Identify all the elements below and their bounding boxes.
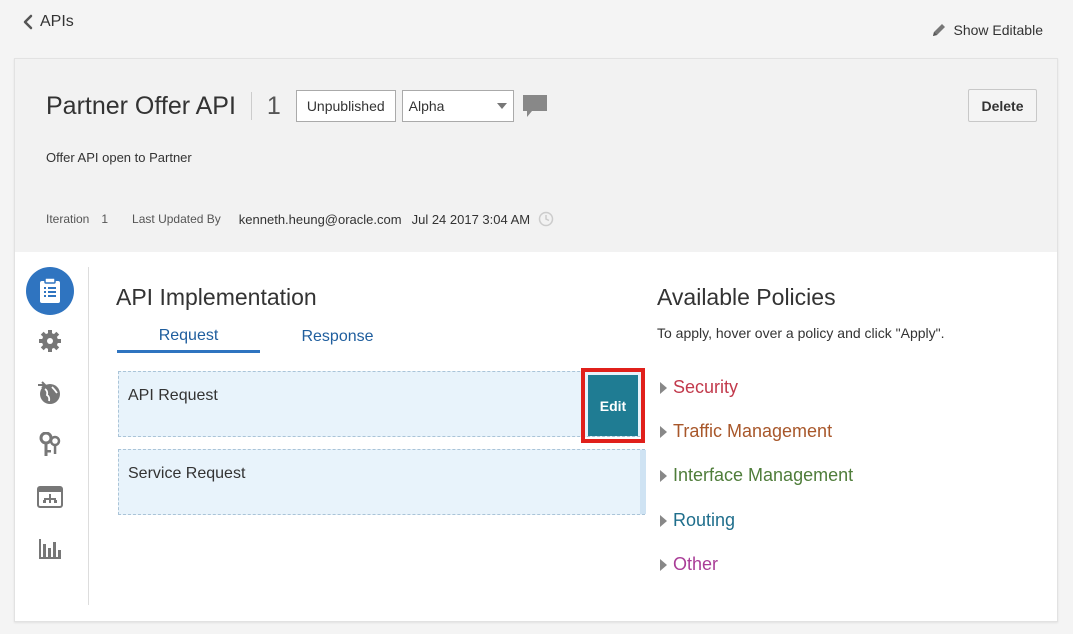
stage-select[interactable]: Alpha	[401, 90, 514, 122]
expand-triangle-icon	[660, 425, 667, 438]
expand-triangle-icon	[660, 514, 667, 527]
nav-deployments[interactable]	[26, 473, 74, 521]
delete-button[interactable]: Delete	[968, 89, 1037, 122]
chevron-left-icon	[23, 14, 33, 30]
show-editable-button[interactable]: Show Editable	[931, 22, 1043, 38]
api-version: 1	[266, 91, 281, 120]
side-nav	[25, 267, 89, 605]
status-button[interactable]: Unpublished	[295, 90, 396, 122]
expand-triangle-icon	[660, 469, 667, 482]
api-request-block[interactable]: API Request	[118, 371, 645, 437]
back-link-label: APIs	[40, 13, 74, 30]
nav-implementation[interactable]	[26, 267, 74, 315]
policy-label: Other	[673, 554, 719, 574]
scrollbar[interactable]	[640, 450, 646, 514]
back-to-apis-link[interactable]: APIs	[22, 13, 74, 31]
nav-keys[interactable]	[26, 421, 74, 469]
policy-label: Traffic Management	[673, 421, 833, 441]
policy-label: Routing	[673, 510, 736, 530]
clock-icon[interactable]	[538, 211, 554, 227]
policies-hint: To apply, hover over a policy and click …	[657, 325, 945, 341]
nav-grants[interactable]	[26, 369, 74, 417]
iteration-value: 1	[101, 212, 109, 226]
show-editable-label: Show Editable	[953, 22, 1043, 38]
meta-row: Iteration 1 Last Updated By kenneth.heun…	[46, 211, 554, 227]
edit-highlight-frame: Edit	[581, 368, 645, 443]
comment-icon[interactable]	[522, 93, 548, 119]
policy-traffic-management[interactable]: Traffic Management	[660, 421, 832, 442]
service-request-block[interactable]: Service Request	[118, 449, 646, 515]
policy-other[interactable]: Other	[660, 554, 718, 575]
api-request-label: API Request	[128, 387, 218, 404]
title-row: Partner Offer API 1 Unpublished Alpha	[46, 90, 548, 122]
edit-button[interactable]: Edit	[588, 375, 638, 436]
pencil-icon	[933, 24, 946, 36]
expand-triangle-icon	[660, 558, 667, 571]
title-divider	[250, 92, 252, 120]
tab-request[interactable]: Request	[117, 321, 260, 353]
last-updated-user: kenneth.heung@oracle.com	[238, 211, 402, 227]
stage-select-value: Alpha	[408, 98, 445, 114]
nav-analytics[interactable]	[26, 525, 74, 573]
implementation-tabs: Request Response	[117, 321, 415, 353]
implementation-icon	[40, 278, 60, 303]
globe-icon	[38, 381, 60, 404]
tab-response[interactable]: Response	[260, 321, 415, 353]
available-policies-title: Available Policies	[657, 284, 836, 310]
api-description: Offer API open to Partner	[46, 150, 192, 165]
policy-label: Security	[673, 377, 739, 397]
caret-down-icon	[496, 103, 507, 109]
policy-security[interactable]: Security	[660, 377, 738, 398]
api-header: Partner Offer API 1 Unpublished Alpha De…	[15, 59, 1057, 252]
last-updated-label: Last Updated By	[132, 212, 221, 226]
deployment-icon	[37, 486, 63, 508]
service-request-label: Service Request	[128, 465, 246, 482]
analytics-icon	[39, 539, 61, 559]
api-detail-card: Partner Offer API 1 Unpublished Alpha De…	[14, 58, 1058, 622]
api-name: Partner Offer API	[46, 91, 236, 120]
policy-interface-management[interactable]: Interface Management	[660, 465, 853, 486]
iteration-label: Iteration	[46, 212, 90, 226]
policy-routing[interactable]: Routing	[660, 510, 735, 531]
last-updated-date: Jul 24 2017 3:04 AM	[411, 211, 531, 227]
settings-icon	[39, 330, 61, 352]
api-implementation-title: API Implementation	[116, 284, 317, 310]
policy-label: Interface Management	[673, 465, 854, 485]
nav-settings[interactable]	[26, 317, 74, 365]
expand-triangle-icon	[660, 381, 667, 394]
keys-icon	[39, 432, 61, 456]
